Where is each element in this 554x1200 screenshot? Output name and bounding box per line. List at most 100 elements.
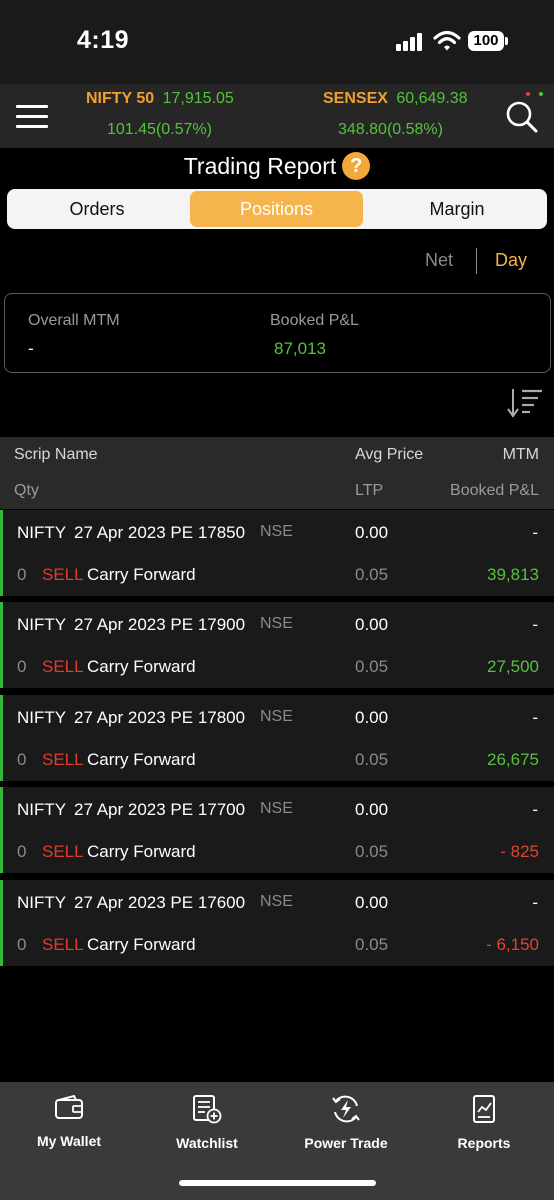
- watchlist-icon: [193, 1095, 222, 1124]
- indicator-dot-red: [526, 92, 530, 96]
- nav-power-trade[interactable]: Power Trade: [277, 1094, 415, 1151]
- nav-reports[interactable]: Reports: [415, 1094, 553, 1151]
- power-trade-icon: [332, 1095, 360, 1123]
- index-change: 101.45(0.57%): [107, 121, 212, 138]
- toggle-net[interactable]: Net: [425, 250, 453, 271]
- row-symbol: NIFTY: [17, 708, 67, 727]
- help-icon[interactable]: ?: [342, 152, 371, 180]
- position-row[interactable]: NIFTY 27 Apr 2023 PE 17850 NSE 0.00 - 0 SELL Ca…: [0, 510, 554, 596]
- indicator-dot-green: [539, 92, 543, 96]
- row-exchange: NSE: [260, 708, 293, 725]
- row-mtm: -: [532, 523, 538, 542]
- row-symbol: NIFTY: [17, 893, 67, 912]
- overall-mtm-value: -: [28, 339, 34, 358]
- row-product: Carry Forward: [87, 657, 196, 676]
- col-booked-pnl: Booked P&L: [450, 482, 539, 499]
- row-product: Carry Forward: [87, 842, 196, 861]
- nav-label: Reports: [457, 1135, 511, 1151]
- row-contract: 27 Apr 2023 PE 17600: [74, 893, 246, 912]
- row-qty: 0: [17, 935, 27, 954]
- report-tabs: Orders Positions Margin: [7, 189, 547, 229]
- nav-label: My Wallet: [36, 1133, 102, 1149]
- row-side: SELL: [42, 750, 84, 769]
- row-ltp: 0.05: [355, 935, 389, 954]
- wallet-icon: [55, 1094, 83, 1119]
- row-exchange: NSE: [260, 523, 293, 540]
- position-row[interactable]: NIFTY 27 Apr 2023 PE 17600 NSE 0.00 - 0 SELL Ca…: [0, 880, 554, 966]
- nav-watchlist[interactable]: Watchlist: [138, 1094, 276, 1151]
- booked-pnl-value: 87,013: [274, 339, 326, 358]
- row-side: SELL: [42, 565, 84, 584]
- position-row[interactable]: NIFTY 27 Apr 2023 PE 17900 NSE 0.00 - 0 SELL Ca…: [0, 602, 554, 688]
- col-ltp: LTP: [355, 482, 384, 499]
- row-status-bar: [0, 787, 3, 873]
- nav-label: Watchlist: [176, 1135, 238, 1151]
- row-booked-pnl: - 6,150: [486, 935, 539, 954]
- reports-icon: [473, 1095, 495, 1123]
- index-sensex[interactable]: SENSEX 60,649.38: [323, 90, 468, 108]
- row-status-bar: [0, 880, 3, 966]
- row-contract: 27 Apr 2023 PE 17800: [74, 708, 246, 727]
- row-qty: 0: [17, 565, 27, 584]
- col-mtm: MTM: [502, 446, 539, 463]
- row-symbol: NIFTY: [17, 800, 67, 819]
- booked-pnl-label: Booked P&L: [270, 312, 359, 329]
- row-symbol: NIFTY: [17, 523, 67, 542]
- row-status-bar: [0, 695, 3, 781]
- row-contract: 27 Apr 2023 PE 17700: [74, 800, 246, 819]
- row-product: Carry Forward: [87, 565, 196, 584]
- row-ltp: 0.05: [355, 842, 389, 861]
- row-status-bar: [0, 510, 3, 596]
- row-mtm: -: [532, 615, 538, 634]
- tab-margin[interactable]: Margin: [367, 189, 547, 229]
- row-avg-price: 0.00: [355, 615, 389, 634]
- index-name: NIFTY 50: [86, 90, 155, 107]
- position-row[interactable]: NIFTY 27 Apr 2023 PE 17700 NSE 0.00 - 0 SELL Ca…: [0, 787, 554, 873]
- index-nifty[interactable]: NIFTY 50 17,915.05: [86, 90, 234, 108]
- hamburger-menu-icon[interactable]: [16, 105, 48, 135]
- row-exchange: NSE: [260, 893, 293, 910]
- row-ltp: 0.05: [355, 565, 389, 584]
- row-product: Carry Forward: [87, 750, 196, 769]
- row-booked-pnl: 26,675: [487, 750, 539, 769]
- tab-orders[interactable]: Orders: [7, 189, 187, 229]
- cellular-signal-icon: [396, 33, 422, 51]
- row-avg-price: 0.00: [355, 708, 389, 727]
- wifi-icon: [433, 30, 461, 51]
- sort-icon[interactable]: [507, 388, 543, 418]
- overall-mtm-label: Overall MTM: [28, 312, 120, 329]
- row-ltp: 0.05: [355, 750, 389, 769]
- col-scrip-name: Scrip Name: [14, 446, 98, 463]
- tab-positions[interactable]: Positions: [190, 191, 363, 227]
- row-avg-price: 0.00: [355, 523, 389, 542]
- row-ltp: 0.05: [355, 657, 389, 676]
- position-row[interactable]: NIFTY 27 Apr 2023 PE 17800 NSE 0.00 - 0 SELL Ca…: [0, 695, 554, 781]
- row-qty: 0: [17, 657, 27, 676]
- home-indicator[interactable]: [179, 1180, 376, 1186]
- row-mtm: -: [532, 893, 538, 912]
- page-title-text: Trading Report: [183, 153, 337, 179]
- row-contract: 27 Apr 2023 PE 17850: [74, 523, 246, 542]
- row-contract: 27 Apr 2023 PE 17900: [74, 615, 246, 634]
- row-status-bar: [0, 602, 3, 688]
- page-title: Trading Report?: [0, 152, 554, 180]
- nav-my-wallet[interactable]: My Wallet: [0, 1094, 138, 1149]
- row-avg-price: 0.00: [355, 800, 389, 819]
- row-mtm: -: [532, 708, 538, 727]
- row-qty: 0: [17, 842, 27, 861]
- row-avg-price: 0.00: [355, 893, 389, 912]
- row-booked-pnl: 27,500: [487, 657, 539, 676]
- row-symbol: NIFTY: [17, 615, 67, 634]
- search-icon[interactable]: [505, 100, 539, 134]
- row-product: Carry Forward: [87, 935, 196, 954]
- index-change: 348.80(0.58%): [338, 121, 443, 138]
- col-qty: Qty: [14, 482, 39, 499]
- row-exchange: NSE: [260, 615, 293, 632]
- index-name: SENSEX: [323, 90, 388, 107]
- toggle-day[interactable]: Day: [495, 250, 527, 271]
- index-value: 60,649.38: [396, 90, 468, 107]
- battery-icon: 100: [468, 31, 504, 51]
- row-side: SELL: [42, 842, 84, 861]
- row-exchange: NSE: [260, 800, 293, 817]
- nav-label: Power Trade: [304, 1135, 388, 1151]
